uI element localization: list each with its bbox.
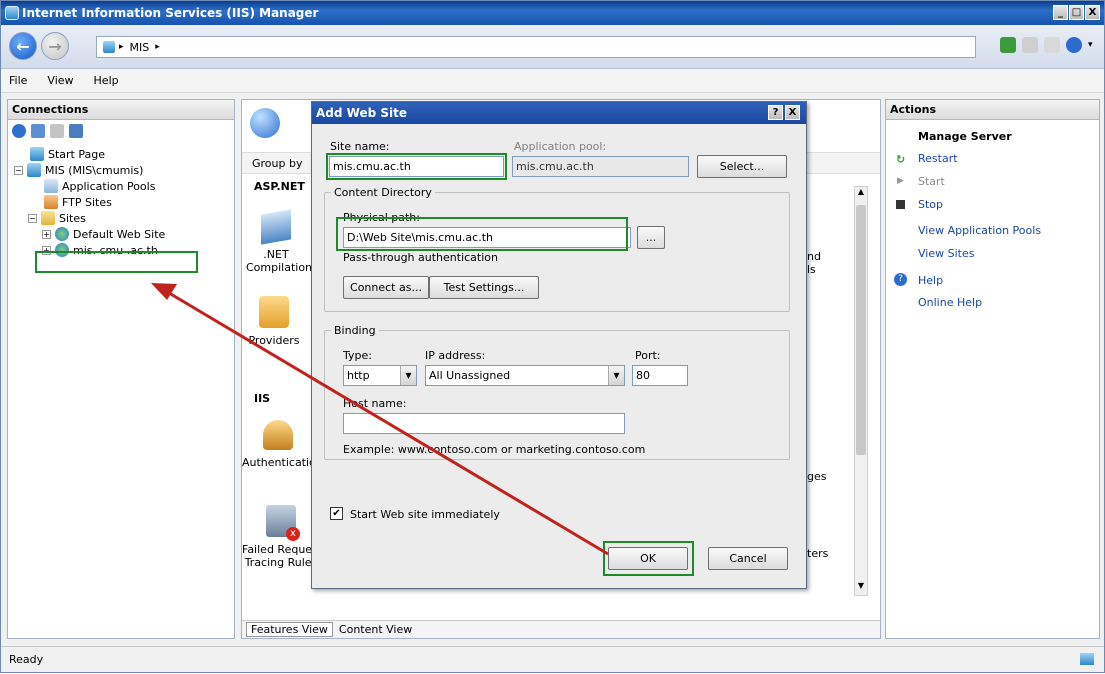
arrow-shaft [168, 291, 609, 556]
arrow-head-icon [151, 283, 177, 300]
iis-manager-window: Internet Information Services (IIS) Mana… [0, 0, 1105, 673]
annotation-arrow [151, 283, 609, 556]
